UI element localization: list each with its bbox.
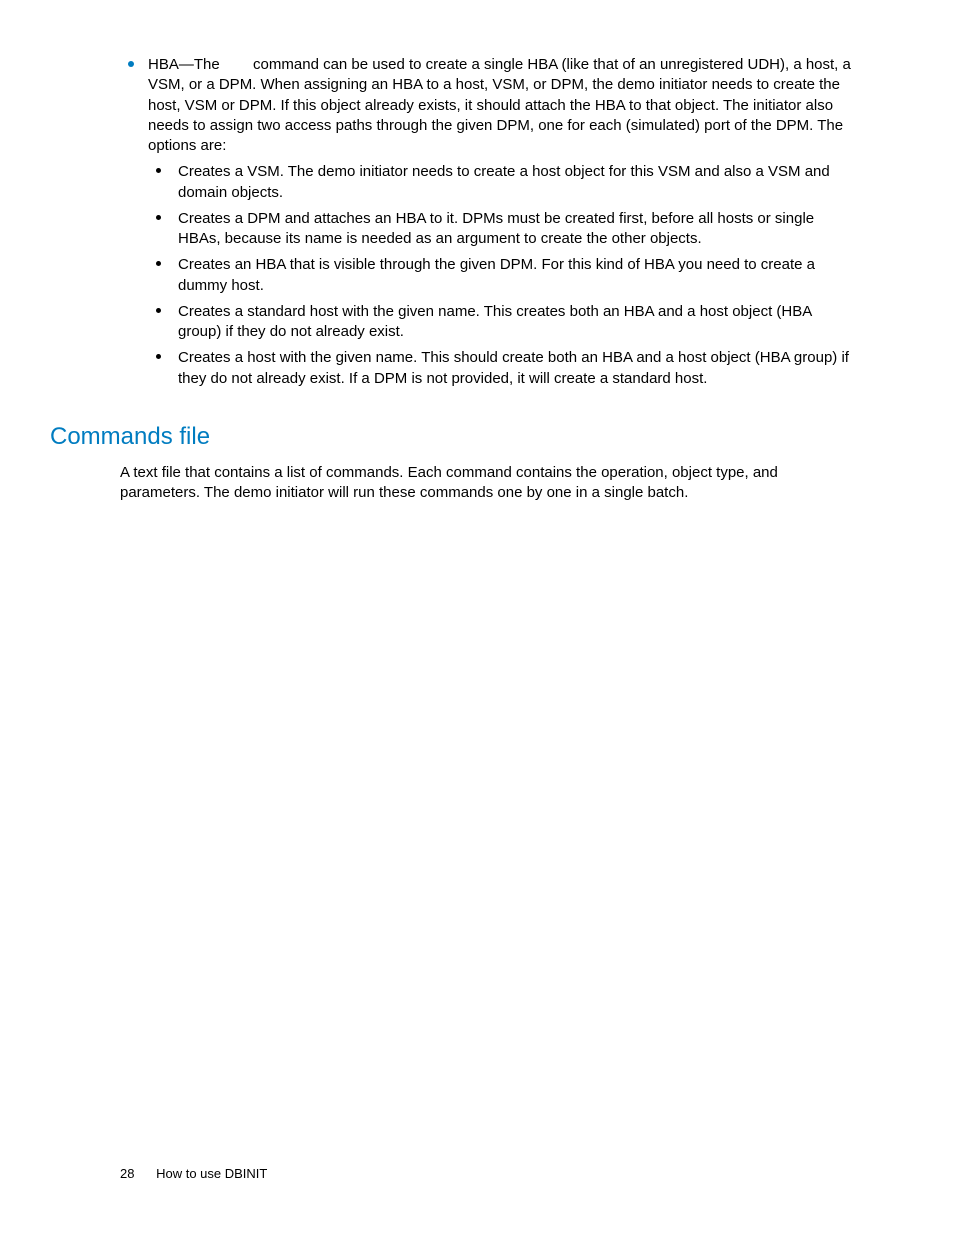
page-container: HBA—The command can be used to create a … [0, 0, 954, 1235]
bullet-icon [156, 215, 161, 220]
commands-file-body: A text file that contains a list of comm… [120, 463, 854, 504]
hba-option-item: Creates a standard host with the given n… [148, 302, 854, 343]
hba-list-item: HBA—The command can be used to create a … [120, 55, 854, 389]
hba-option-item: Creates a DPM and attaches an HBA to it.… [148, 209, 854, 250]
bullet-icon [156, 308, 161, 313]
hba-option-text: Creates a VSM. The demo initiator needs … [178, 162, 854, 203]
hba-option-item: Creates an HBA that is visible through t… [148, 255, 854, 296]
hba-option-text: Creates a standard host with the given n… [178, 302, 854, 343]
hba-prefix: HBA—The [148, 56, 220, 73]
bullet-icon [128, 61, 134, 67]
hba-option-text: Creates a host with the given name. This… [178, 348, 854, 389]
page-footer: 28 How to use DBINIT [120, 1165, 267, 1183]
hba-option-text: Creates a DPM and attaches an HBA to it.… [178, 209, 854, 250]
hba-option-text: Creates an HBA that is visible through t… [178, 255, 854, 296]
hba-option-item: Creates a host with the given name. This… [148, 348, 854, 389]
commands-file-heading: Commands file [50, 421, 854, 453]
hba-option-item: Creates a VSM. The demo initiator needs … [148, 162, 854, 203]
hba-outer-list: HBA—The command can be used to create a … [120, 55, 854, 389]
bullet-icon [156, 354, 161, 359]
hba-intro: command can be used to create a single H… [148, 56, 851, 154]
page-number: 28 [120, 1165, 134, 1183]
bullet-icon [156, 261, 161, 266]
chapter-title: How to use DBINIT [156, 1165, 267, 1183]
bullet-icon [156, 168, 161, 173]
hba-options-list: Creates a VSM. The demo initiator needs … [148, 162, 854, 389]
